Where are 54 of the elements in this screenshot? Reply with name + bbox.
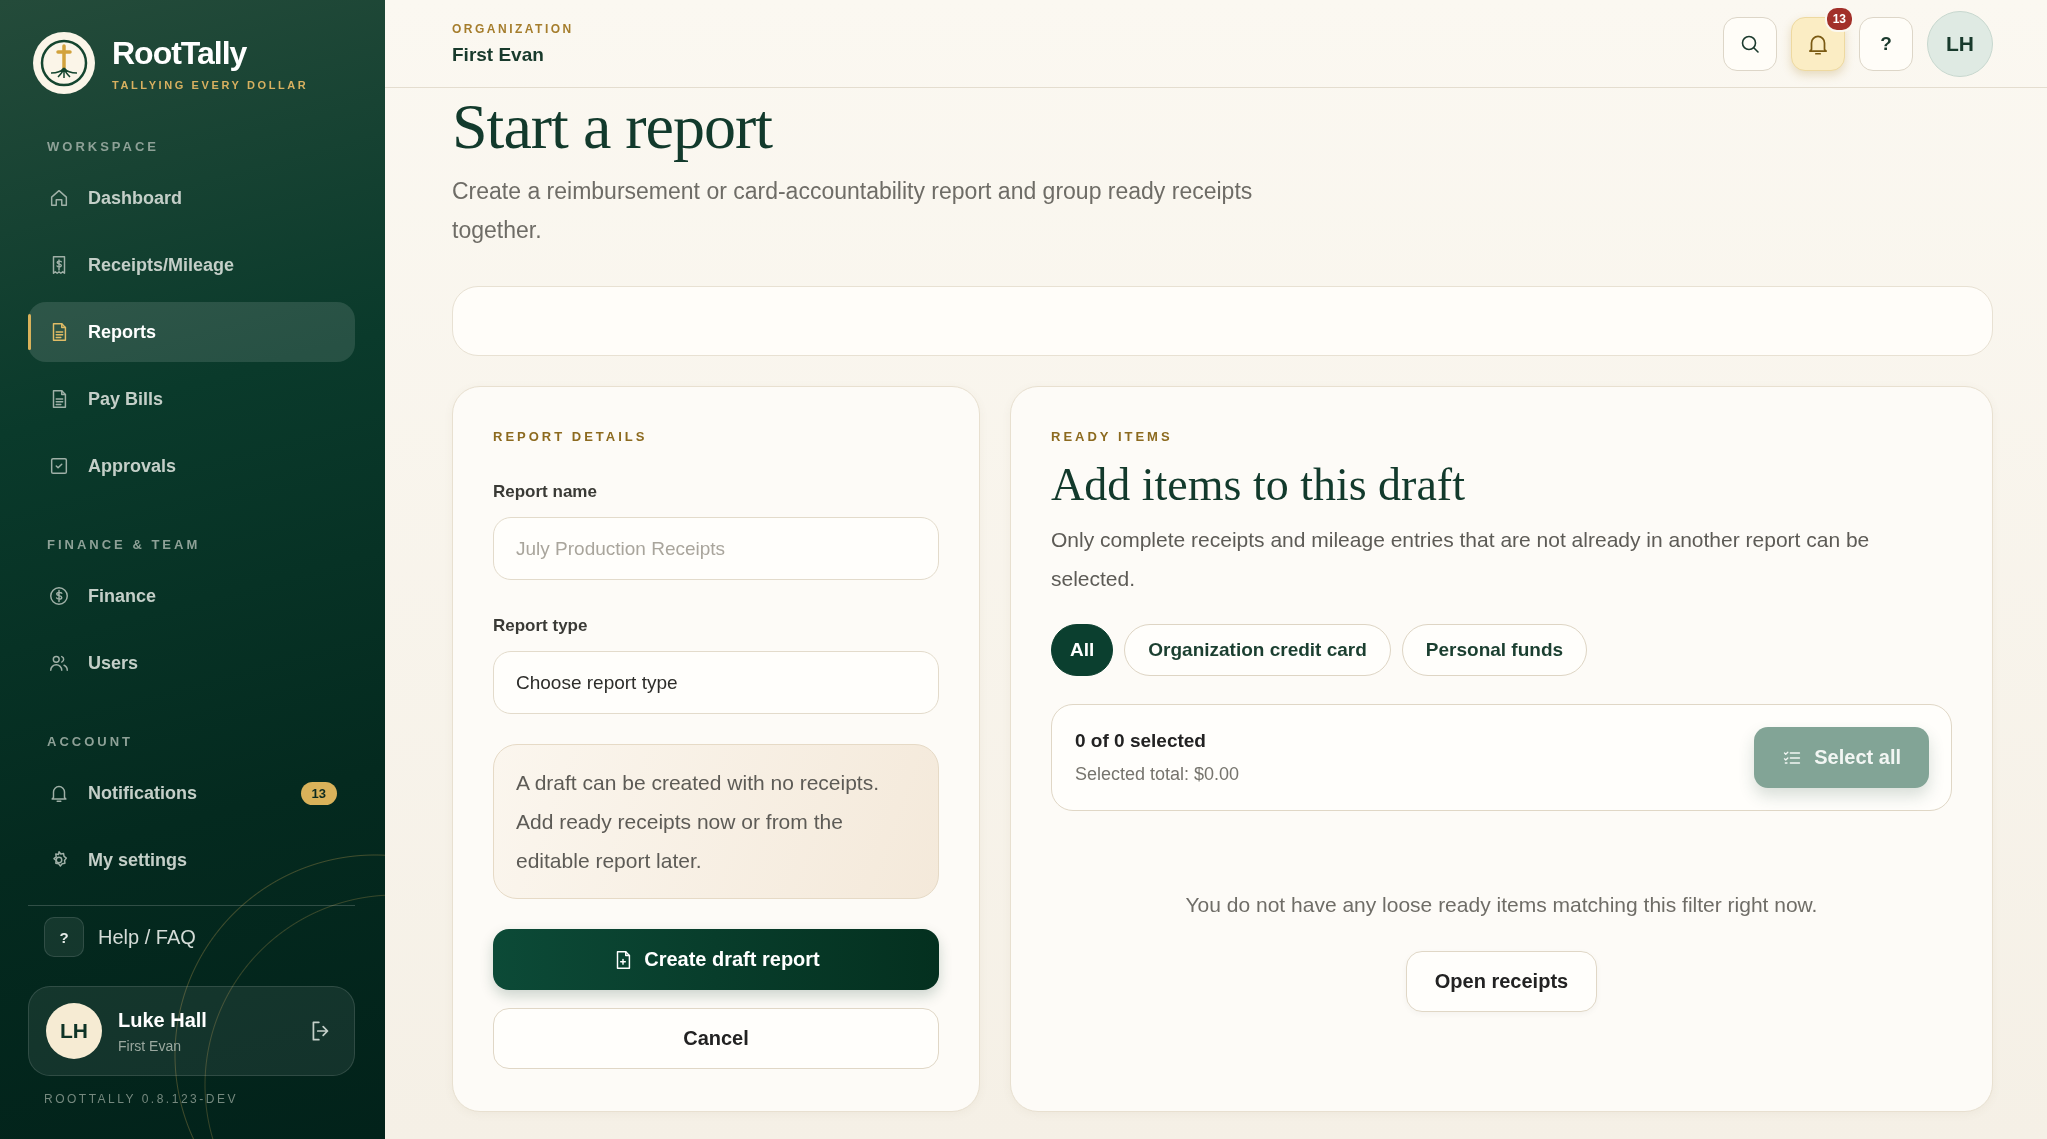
brand-name: RootTally <box>112 35 248 71</box>
section-heading: FINANCE & TEAM <box>46 536 202 554</box>
field-label: Report type <box>493 616 589 636</box>
user-organization: First Evan <box>118 1037 182 1054</box>
section-eyebrow: REPORT DETAILS <box>493 429 649 444</box>
cancel-button[interactable]: Cancel <box>493 1008 939 1069</box>
home-icon <box>48 187 70 209</box>
nav-item[interactable]: Users <box>28 633 355 693</box>
organization-name: First Evan <box>452 43 545 66</box>
help-link[interactable]: ? Help / FAQ <box>44 917 385 957</box>
section-title: Add items to this draft <box>1051 458 1466 512</box>
nav-item[interactable]: Dashboard <box>28 168 355 228</box>
version-label: ROOTTALLY 0.8.123-DEV <box>44 1092 239 1106</box>
field-label: Report name <box>493 482 598 502</box>
notifications-button[interactable] <box>1791 16 1845 71</box>
info-note: A draft can be created with no receipts. Add ready receipts now or from the editable report later. <box>493 744 939 899</box>
user-name: Luke Hall <box>118 1008 207 1032</box>
search-button[interactable] <box>1723 16 1777 71</box>
open-receipts-button[interactable]: Open receipts <box>1405 951 1598 1012</box>
help-label: Help / FAQ <box>98 925 196 949</box>
section-heading: ACCOUNT <box>46 733 134 751</box>
filter-chip[interactable]: All <box>1051 624 1114 676</box>
filter-chip[interactable]: Organization credit card <box>1124 624 1391 676</box>
section-heading: WORKSPACE <box>46 138 160 156</box>
user-avatar[interactable]: LH <box>1927 10 1993 77</box>
page-title: Start a report <box>452 94 774 160</box>
checkbox-icon <box>48 455 70 477</box>
nav-item[interactable]: My settings <box>28 830 355 890</box>
nav-item[interactable]: Finance <box>28 566 355 626</box>
selection-total: Selected total: $0.00 <box>1075 764 1240 785</box>
selection-count: 0 of 0 selected <box>1075 730 1207 752</box>
nav-item[interactable]: Approvals <box>28 436 355 496</box>
page-subtitle: Create a reimbursement or card-accountability report and group ready receipts together. <box>452 177 1254 245</box>
nav-item[interactable]: Receipts/Mileage <box>28 235 355 295</box>
question-mark-icon: ? <box>44 917 84 957</box>
section-eyebrow: READY ITEMS <box>1051 429 1174 444</box>
empty-message: You do not have any loose ready items matching this filter right now. <box>1184 893 1819 917</box>
organization-label: ORGANIZATION <box>452 21 574 36</box>
filter-chip[interactable]: Personal funds <box>1401 624 1588 676</box>
help-button[interactable]: ? <box>1859 16 1913 71</box>
input-field[interactable]: July Production Receipts <box>493 517 939 580</box>
select-field[interactable]: Choose report type <box>493 651 939 714</box>
nav-item[interactable]: Reports <box>28 302 355 362</box>
user-avatar: LH <box>46 1003 102 1059</box>
notification-count: 13 <box>1824 5 1854 32</box>
section-description: Only complete receipts and mileage entries that are not already in another report can be selected. <box>1051 527 1871 592</box>
logo-icon <box>32 31 96 95</box>
dollar-circle-icon <box>48 585 70 607</box>
nav-item[interactable]: Pay Bills <box>28 369 355 429</box>
user-card[interactable]: LH Luke Hall First Evan <box>28 986 355 1076</box>
nav-item[interactable]: Notifications 13 <box>28 763 355 823</box>
count-badge: 13 <box>300 781 337 805</box>
brand-tagline: TALLYING EVERY DOLLAR <box>112 79 309 91</box>
create-draft-button[interactable]: Create draft report <box>493 929 939 990</box>
